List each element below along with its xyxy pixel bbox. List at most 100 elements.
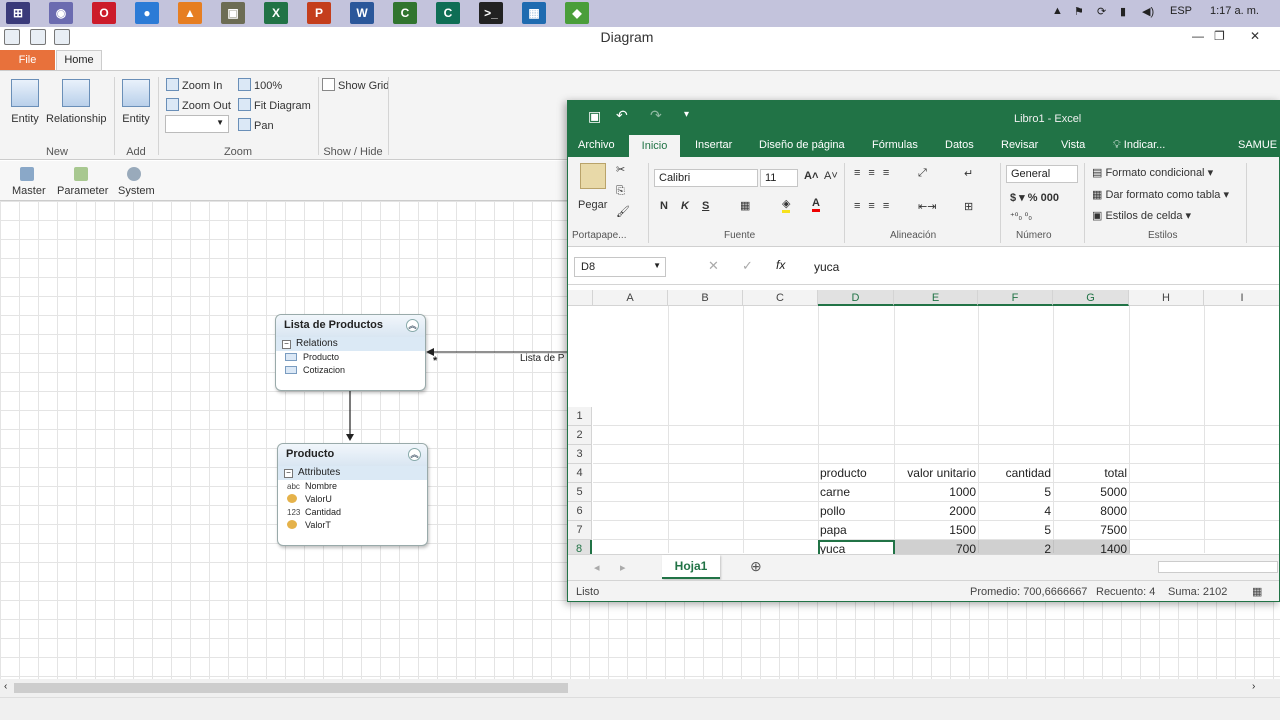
row-header[interactable]: 3 bbox=[568, 445, 592, 464]
zoom-100-button[interactable]: 100% bbox=[238, 78, 282, 92]
table-row[interactable] bbox=[593, 407, 1279, 426]
column-header[interactable]: F bbox=[978, 290, 1053, 306]
cmd-icon[interactable]: >_ bbox=[479, 2, 503, 24]
app3-icon[interactable]: ◆ bbox=[565, 2, 589, 24]
cell[interactable]: 7500 bbox=[1053, 521, 1129, 540]
cell[interactable]: pollo bbox=[818, 502, 894, 521]
redo-icon[interactable]: ↷ bbox=[650, 107, 662, 124]
row-header[interactable]: 7 bbox=[568, 521, 592, 540]
cell[interactable]: 1500 bbox=[894, 521, 978, 540]
scroll-thumb[interactable] bbox=[14, 683, 568, 693]
pan-button[interactable]: Pan bbox=[238, 118, 274, 132]
column-header[interactable]: A bbox=[593, 290, 668, 306]
minimize-button[interactable]: — bbox=[1192, 29, 1204, 43]
add-sheet-icon[interactable]: ⊕ bbox=[750, 558, 762, 575]
new-relationship-button[interactable]: Relationship bbox=[46, 79, 107, 125]
app-icon[interactable]: ▣ bbox=[221, 2, 245, 24]
tab-file[interactable]: File bbox=[0, 50, 55, 70]
cell[interactable]: 2000 bbox=[894, 502, 978, 521]
zoom-in-button[interactable]: Zoom In bbox=[166, 78, 222, 92]
italic-button[interactable]: K bbox=[681, 200, 689, 212]
currency-icon[interactable]: $ ▾ % 000 bbox=[1010, 191, 1059, 204]
chrome-icon[interactable]: ◉ bbox=[49, 2, 73, 24]
enter-icon[interactable]: ✓ bbox=[742, 258, 753, 274]
close-button[interactable]: ✕ bbox=[1250, 29, 1260, 43]
cut-icon[interactable]: ✂ bbox=[616, 163, 625, 176]
customize-qat-icon[interactable]: ▾ bbox=[684, 109, 689, 120]
sheet-hscroll[interactable] bbox=[1158, 561, 1278, 573]
row-header[interactable]: 1 bbox=[568, 407, 592, 426]
tray-arrow-icon[interactable]: ▲ bbox=[1052, 5, 1063, 17]
system-button[interactable]: System bbox=[118, 185, 155, 197]
formula-input[interactable]: yuca bbox=[814, 260, 839, 274]
header-cell[interactable]: cantidad bbox=[978, 464, 1053, 483]
browser-icon[interactable]: ● bbox=[135, 2, 159, 24]
new-entity-button[interactable]: Entity bbox=[8, 79, 42, 125]
maximize-button[interactable]: ❐ bbox=[1214, 29, 1225, 43]
fit-diagram-button[interactable]: Fit Diagram bbox=[238, 98, 311, 112]
excel-taskbar-icon[interactable]: X bbox=[264, 2, 288, 24]
column-header[interactable]: D bbox=[818, 290, 894, 306]
cell[interactable]: carne bbox=[818, 483, 894, 502]
tab-insertar[interactable]: Insertar bbox=[695, 139, 732, 151]
row-header[interactable]: 6 bbox=[568, 502, 592, 521]
row-header[interactable]: 5 bbox=[568, 483, 592, 502]
cell[interactable]: 5 bbox=[978, 521, 1053, 540]
tab-diseno-pagina[interactable]: Diseño de página bbox=[759, 139, 845, 151]
tab-vista[interactable]: Vista bbox=[1061, 139, 1085, 151]
align-vertical-icons[interactable]: ≡≡≡ bbox=[854, 167, 897, 179]
cell[interactable]: 5000 bbox=[1053, 483, 1129, 502]
header-cell[interactable]: total bbox=[1053, 464, 1129, 483]
zoom-level-select[interactable]: ▼ bbox=[165, 115, 229, 133]
cell[interactable]: 1000 bbox=[894, 483, 978, 502]
format-as-table-button[interactable]: ▦ Dar formato como tabla ▾ bbox=[1092, 188, 1229, 201]
tab-datos[interactable]: Datos bbox=[945, 139, 974, 151]
excel-titlebar[interactable]: ▣ ↶ ↷ ▾ Libro1 - Excel bbox=[568, 101, 1279, 133]
indent-icon[interactable]: ⇤⇥ bbox=[918, 200, 936, 213]
format-painter-icon[interactable]: 🖌︎ bbox=[616, 205, 630, 218]
chevron-down-icon[interactable]: ▼ bbox=[653, 261, 661, 270]
tab-archivo[interactable]: Archivo bbox=[578, 139, 615, 151]
flag-icon[interactable]: ⚑ bbox=[1074, 5, 1084, 18]
table-row[interactable] bbox=[593, 426, 1279, 445]
clock[interactable]: 1:17 a. m. bbox=[1210, 5, 1259, 17]
cell[interactable]: 5 bbox=[978, 483, 1053, 502]
decimal-icons[interactable]: ⁺⁰₀ ⁰₀ bbox=[1010, 211, 1032, 222]
sheet-tab[interactable]: Hoja1 bbox=[662, 555, 720, 579]
column-header[interactable]: E bbox=[894, 290, 978, 306]
remote-icon[interactable]: ▦ bbox=[522, 2, 546, 24]
header-cell[interactable]: valor unitario bbox=[894, 464, 978, 483]
increase-font-icon[interactable]: A˄ bbox=[804, 170, 818, 182]
row-header[interactable]: 4 bbox=[568, 464, 592, 483]
zoom-out-button[interactable]: Zoom Out bbox=[166, 98, 231, 112]
next-sheet-icon[interactable]: ▸ bbox=[620, 561, 626, 574]
scroll-right-icon[interactable]: › bbox=[1252, 681, 1255, 692]
font-color-icon[interactable]: A bbox=[812, 197, 820, 212]
volume-icon[interactable]: ◀) bbox=[1142, 5, 1154, 18]
align-horizontal-icons[interactable]: ≡≡≡ bbox=[854, 200, 897, 212]
select-all-corner[interactable] bbox=[568, 290, 593, 306]
save-icon[interactable]: ▣ bbox=[588, 108, 601, 125]
font-name-select[interactable]: Calibri bbox=[654, 169, 758, 187]
cell[interactable]: papa bbox=[818, 521, 894, 540]
scroll-left-icon[interactable]: ‹ bbox=[4, 681, 7, 692]
column-header[interactable]: B bbox=[668, 290, 743, 306]
copy-icon[interactable]: ⎘ bbox=[616, 185, 625, 198]
user-name[interactable]: SAMUE bbox=[1238, 139, 1277, 151]
tab-revisar[interactable]: Revisar bbox=[1001, 139, 1038, 151]
header-cell[interactable]: producto bbox=[818, 464, 894, 483]
column-header[interactable]: C bbox=[743, 290, 818, 306]
conditional-format-button[interactable]: ▤ Formato condicional ▾ bbox=[1092, 166, 1213, 179]
tab-inicio[interactable]: Inicio bbox=[629, 135, 680, 157]
project-icon[interactable]: C bbox=[393, 2, 417, 24]
excel-window[interactable]: ▣ ↶ ↷ ▾ Libro1 - Excel Archivo Inicio In… bbox=[567, 100, 1280, 602]
paste-button[interactable]: Pegar bbox=[578, 199, 607, 211]
tab-formulas[interactable]: Fórmulas bbox=[872, 139, 918, 151]
normal-view-icon[interactable]: ▦ bbox=[1252, 585, 1262, 598]
merge-icon[interactable]: ⊞ bbox=[964, 200, 973, 213]
underline-button[interactable]: S bbox=[702, 200, 709, 212]
horizontal-scrollbar[interactable]: ‹ › bbox=[0, 679, 1280, 697]
font-size-select[interactable]: 11 bbox=[760, 169, 798, 187]
wrap-text-icon[interactable]: ↵ bbox=[964, 167, 973, 180]
language-indicator[interactable]: ESP bbox=[1170, 5, 1192, 17]
